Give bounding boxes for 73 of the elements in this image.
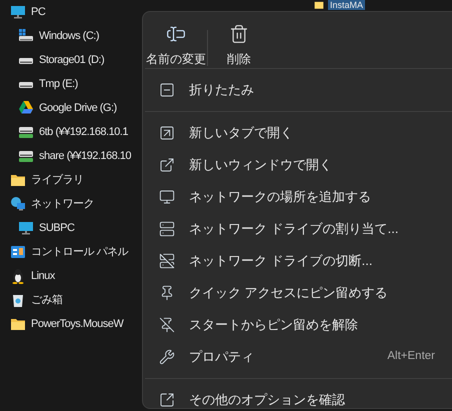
tree-item[interactable]: Storage01 (D:) bbox=[0, 48, 140, 72]
rename-button[interactable]: 名前の変更 bbox=[145, 20, 207, 68]
menu-item-label: クイック アクセスにピン留めする bbox=[189, 284, 389, 302]
menu-item[interactable]: 新しいウィンドウで開く bbox=[145, 149, 452, 181]
menu-item[interactable]: クイック アクセスにピン留めする bbox=[145, 277, 452, 309]
control-panel-icon bbox=[10, 244, 26, 260]
tree-item[interactable]: ネットワーク bbox=[0, 192, 140, 216]
unpin-icon bbox=[159, 317, 175, 333]
network-drive-off-icon bbox=[159, 253, 175, 269]
menu-item-label: スタートからピン留めを解除 bbox=[189, 316, 359, 334]
shortcut-text: Alt+Enter bbox=[387, 349, 435, 364]
tree-item[interactable]: SUBPC bbox=[0, 216, 140, 240]
menu-item[interactable]: ネットワークの場所を追加する bbox=[145, 181, 452, 213]
wrench-icon bbox=[159, 349, 175, 365]
tree-item-label: コントロール パネル bbox=[31, 244, 128, 260]
tree-item-label: SUBPC bbox=[39, 220, 74, 236]
tree-item[interactable]: Tmp (E:) bbox=[0, 72, 140, 96]
drive-icon bbox=[18, 28, 34, 44]
monitor-icon bbox=[18, 220, 34, 236]
rename-icon bbox=[166, 24, 186, 44]
tree-item-label: Windows (C:) bbox=[39, 28, 100, 44]
tree-item-label: Linux bbox=[31, 268, 55, 284]
globe-monitor-icon bbox=[10, 196, 26, 212]
menu-item[interactable]: ネットワーク ドライブの切断... bbox=[145, 245, 452, 277]
tree-item[interactable]: コントロール パネル bbox=[0, 240, 140, 264]
monitor-icon bbox=[10, 4, 26, 20]
menu-item-label: プロパティ bbox=[189, 348, 255, 366]
tree-item[interactable]: share (¥¥192.168.10 bbox=[0, 144, 140, 168]
menu-item-label: 折りたたみ bbox=[189, 81, 255, 100]
menu-item[interactable]: 折りたたみ bbox=[145, 74, 452, 106]
menu-item-label: ネットワーク ドライブの切断... bbox=[189, 252, 374, 270]
tree-item-label: ライブラリ bbox=[31, 172, 84, 188]
penguin-icon bbox=[10, 268, 26, 284]
tree-item[interactable]: 6tb (¥¥192.168.10.1 bbox=[0, 120, 140, 144]
delete-button[interactable]: 削除 bbox=[208, 20, 270, 68]
tree-item[interactable]: ライブラリ bbox=[0, 168, 140, 192]
tree-item[interactable]: Linux bbox=[0, 264, 140, 288]
tree-item-label: share (¥¥192.168.10 bbox=[39, 148, 132, 164]
trash-icon bbox=[229, 24, 249, 44]
network-drive-icon bbox=[18, 148, 34, 164]
menu-item[interactable]: その他のオプションを確認 bbox=[145, 384, 452, 411]
tree-item-label: PC bbox=[31, 4, 46, 20]
tree-item[interactable]: PC bbox=[0, 0, 140, 24]
menu-item[interactable]: ネットワーク ドライブの割り当て... bbox=[145, 213, 452, 245]
tree-item[interactable]: ごみ箱 bbox=[0, 288, 140, 312]
new-tab-icon bbox=[159, 125, 175, 141]
tree-item-label: Google Drive (G:) bbox=[39, 100, 117, 116]
tree-item-label: 6tb (¥¥192.168.10.1 bbox=[39, 124, 128, 140]
tree-item[interactable]: Windows (C:) bbox=[0, 24, 140, 48]
menu-item-label: その他のオプションを確認 bbox=[189, 391, 346, 410]
triangle-logo-icon bbox=[18, 100, 34, 116]
tree-item-label: ごみ箱 bbox=[31, 292, 62, 308]
tree-item-label: PowerToys.MouseW bbox=[31, 316, 124, 332]
menu-item[interactable]: プロパティ Alt+Enter bbox=[145, 341, 452, 373]
file-name[interactable]: InstaMA bbox=[328, 0, 366, 10]
menu-item[interactable]: 新しいタブで開く bbox=[145, 117, 452, 149]
tree-item-label: Tmp (E:) bbox=[39, 76, 78, 92]
more-options-icon bbox=[159, 392, 175, 408]
network-drive-icon bbox=[18, 124, 34, 140]
collapse-icon bbox=[159, 82, 175, 98]
tree-item[interactable]: Google Drive (G:) bbox=[0, 96, 140, 120]
tree-item-label: Storage01 (D:) bbox=[39, 52, 104, 68]
tree-item-label: ネットワーク bbox=[31, 196, 94, 212]
pin-icon bbox=[159, 285, 175, 301]
menu-item-label: 新しいタブで開く bbox=[189, 124, 294, 142]
menu-item-label: 新しいウィンドウで開く bbox=[189, 156, 333, 174]
tree-item[interactable]: PowerToys.MouseW bbox=[0, 312, 140, 336]
menu-item-label: ネットワーク ドライブの割り当て... bbox=[189, 220, 400, 238]
new-window-icon bbox=[159, 157, 175, 173]
menu-item[interactable]: スタートからピン留めを解除 bbox=[145, 309, 452, 341]
menu-item-label: ネットワークの場所を追加する bbox=[189, 188, 372, 206]
monitor-icon bbox=[159, 189, 175, 205]
network-drive-icon bbox=[159, 221, 175, 237]
